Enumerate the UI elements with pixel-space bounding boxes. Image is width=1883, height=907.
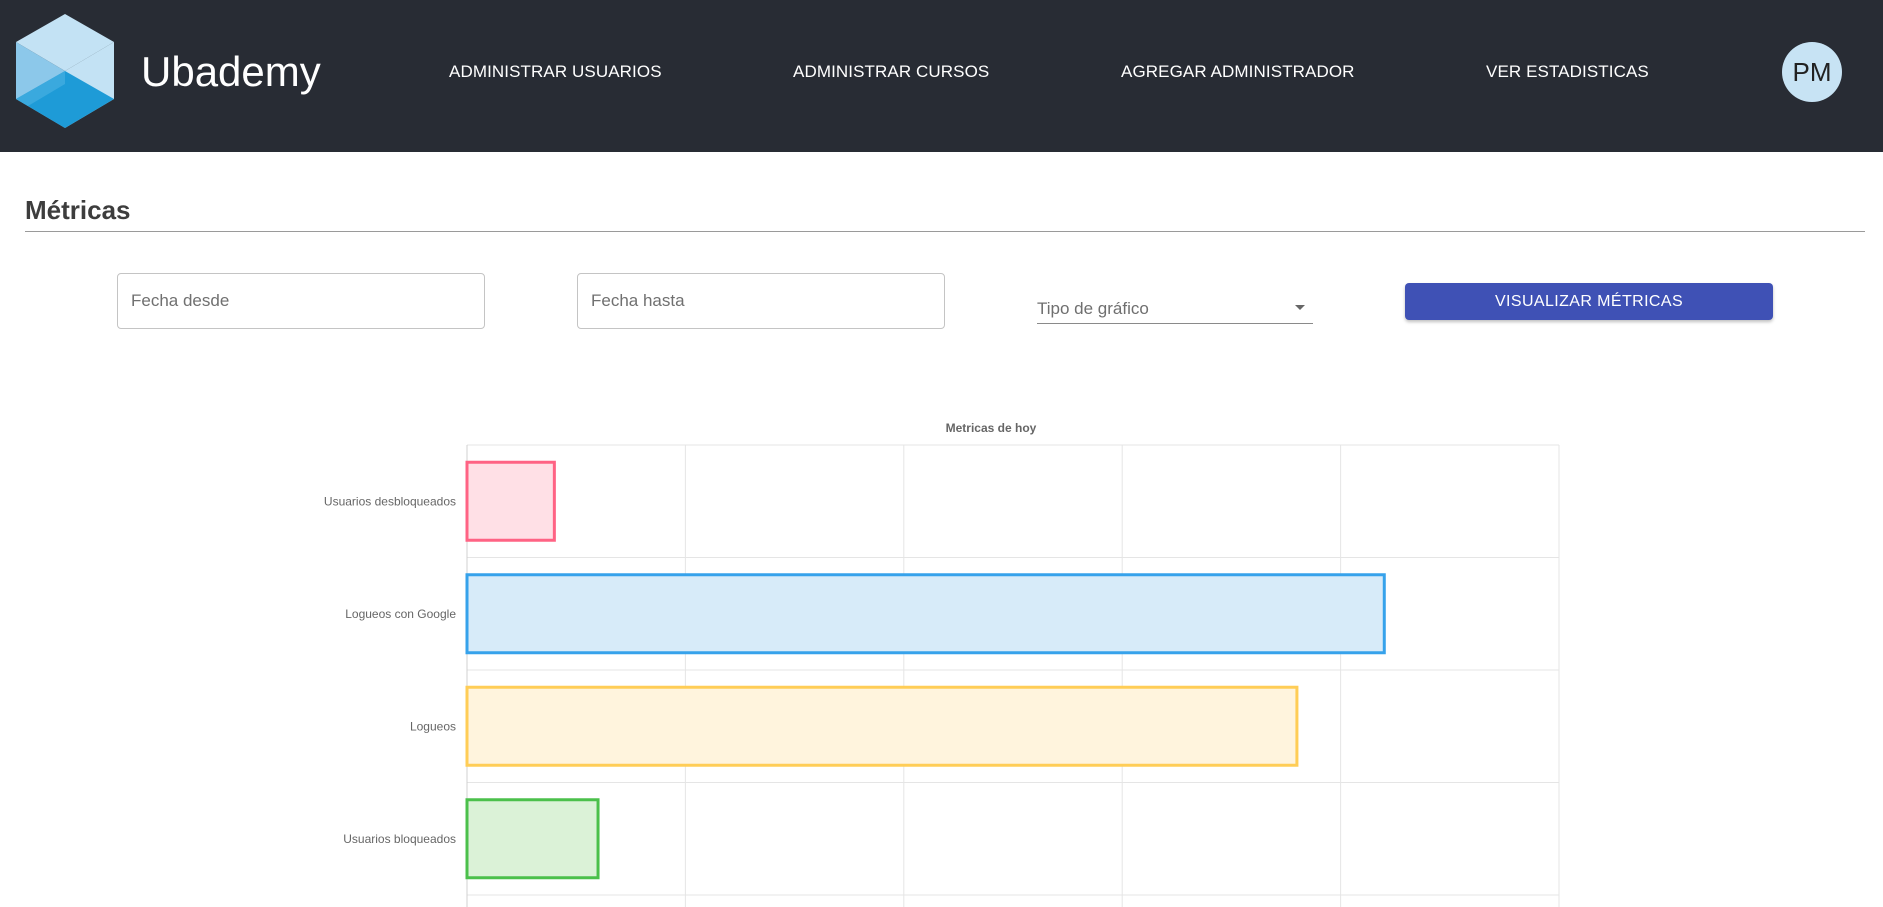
chart-bar [465, 798, 600, 880]
chart-bar [465, 460, 556, 542]
title-divider [25, 231, 1865, 232]
y-tick-label: Logueos [410, 719, 456, 733]
visualize-metrics-button[interactable]: VISUALIZAR MÉTRICAS [1405, 283, 1773, 320]
chart-title: Metricas de hoy [946, 421, 1037, 435]
dropdown-arrow-icon [1295, 305, 1305, 310]
chart-bar [465, 573, 1386, 655]
y-tick-label: Logueos con Google [345, 607, 456, 621]
y-tick-label: Usuarios bloqueados [343, 832, 456, 846]
chart-bar [465, 685, 1299, 767]
date-to-field [577, 273, 945, 329]
user-avatar[interactable]: PM [1782, 42, 1842, 102]
metrics-bar-chart: Metricas de hoy Usuarios desbloqueados Log… [324, 421, 1560, 907]
date-from-field [117, 273, 485, 329]
chart-type-label: Tipo de gráfico [1037, 299, 1149, 318]
date-from-input[interactable] [118, 274, 484, 328]
y-tick-label: Usuarios desbloqueados [324, 494, 456, 508]
nav-agregar-administrador[interactable]: AGREGAR ADMINISTRADOR [1121, 62, 1355, 82]
chart-type-select[interactable]: Tipo de gráfico [1037, 295, 1313, 324]
page-title: Métricas [25, 195, 131, 225]
nav-administrar-usuarios[interactable]: ADMINISTRAR USUARIOS [449, 62, 662, 82]
nav-ver-estadisticas[interactable]: VER ESTADISTICAS [1486, 62, 1649, 82]
hexagon-logo-icon[interactable] [14, 14, 116, 128]
date-to-input[interactable] [578, 274, 944, 328]
nav-administrar-cursos[interactable]: ADMINISTRAR CURSOS [793, 62, 989, 82]
brand-name: Ubademy [141, 48, 321, 95]
top-navigation-bar: Ubademy ADMINISTRAR USUARIOS ADMINISTRAR… [0, 0, 1883, 152]
metrics-chart: Metricas de hoy Usuarios desbloqueados Log… [0, 410, 1883, 907]
